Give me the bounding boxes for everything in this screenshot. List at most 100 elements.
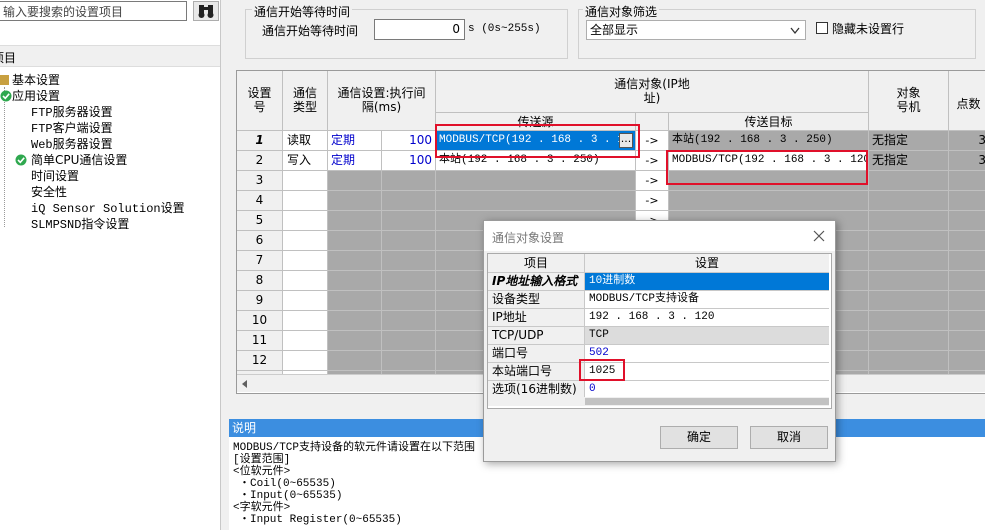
cell-device-no[interactable] xyxy=(869,271,949,291)
tree-item-time[interactable]: 时间设置 xyxy=(31,168,79,184)
cell-comm-type[interactable] xyxy=(283,231,328,251)
cell-device-no[interactable] xyxy=(869,311,949,331)
cell-points[interactable]: 3 xyxy=(949,131,985,151)
cell-device-no[interactable] xyxy=(869,171,949,191)
cell-interval[interactable] xyxy=(382,351,436,371)
dialog-row-item: IP地址 xyxy=(488,309,585,327)
cell-mode[interactable] xyxy=(328,351,382,371)
wait-time-input[interactable]: 0 xyxy=(374,19,465,40)
cell-comm-type[interactable] xyxy=(283,331,328,351)
cell-interval[interactable] xyxy=(382,171,436,191)
cell-dest[interactable] xyxy=(669,191,869,211)
dialog-row-item: TCP/UDP xyxy=(488,327,585,345)
cell-arrow[interactable]: -> xyxy=(636,191,669,211)
cell-mode[interactable] xyxy=(328,331,382,351)
cell-mode[interactable]: 定期 xyxy=(328,131,382,151)
cell-comm-type[interactable] xyxy=(283,291,328,311)
dialog-scrollbar[interactable] xyxy=(488,397,829,406)
cell-arrow[interactable]: -> xyxy=(636,131,669,151)
cell-points[interactable] xyxy=(949,351,985,371)
cell-points[interactable] xyxy=(949,251,985,271)
cell-mode[interactable] xyxy=(328,291,382,311)
cell-interval[interactable] xyxy=(382,291,436,311)
cell-interval[interactable] xyxy=(382,311,436,331)
cell-mode[interactable] xyxy=(328,231,382,251)
filter-select[interactable]: 全部显示 xyxy=(586,20,806,40)
cell-interval[interactable] xyxy=(382,231,436,251)
cell-source[interactable] xyxy=(436,171,636,191)
cell-interval[interactable]: 100 xyxy=(382,151,436,171)
cell-dest[interactable]: 本站(192 . 168 . 3 . 250) xyxy=(669,131,869,151)
search-button[interactable] xyxy=(193,1,219,21)
cell-source[interactable] xyxy=(436,191,636,211)
search-input[interactable]: 输入要搜索的设置项目 xyxy=(0,1,187,21)
cell-points[interactable] xyxy=(949,171,985,191)
cell-mode[interactable] xyxy=(328,311,382,331)
cell-mode[interactable] xyxy=(328,271,382,291)
cell-mode[interactable] xyxy=(328,211,382,231)
dialog-scroll-thumb[interactable] xyxy=(585,398,829,405)
cell-setting-no: 3 xyxy=(237,171,283,191)
cell-comm-type[interactable] xyxy=(283,191,328,211)
cell-interval[interactable] xyxy=(382,191,436,211)
header-points: 点数 xyxy=(949,71,985,131)
close-icon[interactable] xyxy=(813,230,825,242)
tree-header: 项目 xyxy=(0,45,220,67)
tree-item-security[interactable]: 安全性 xyxy=(31,184,67,200)
cell-mode[interactable] xyxy=(328,191,382,211)
cell-interval[interactable] xyxy=(382,271,436,291)
header-label: 通信对象(IP地址) xyxy=(614,77,690,105)
tree-item-ftp-server[interactable]: FTP服务器设置 xyxy=(31,104,113,120)
cell-interval[interactable] xyxy=(382,251,436,271)
cell-mode[interactable] xyxy=(328,171,382,191)
cell-device-no[interactable] xyxy=(869,211,949,231)
cell-comm-type[interactable] xyxy=(283,211,328,231)
cell-device-no[interactable] xyxy=(869,251,949,271)
tree-item-slmpsnd[interactable]: SLMPSND指令设置 xyxy=(31,216,129,232)
cell-points[interactable] xyxy=(949,271,985,291)
dialog-row-value[interactable]: 10进制数 xyxy=(585,273,829,291)
cell-points[interactable] xyxy=(949,331,985,351)
cell-arrow[interactable]: -> xyxy=(636,151,669,171)
cell-mode[interactable] xyxy=(328,251,382,271)
tree-item-ftp-client[interactable]: FTP客户端设置 xyxy=(31,120,113,136)
settings-tree-pane: 输入要搜索的设置项目 项目 基本设置 应用设置 FTP服务器设置 FTP客户端设… xyxy=(0,0,221,530)
check-circle-icon xyxy=(0,90,12,102)
cell-comm-type[interactable] xyxy=(283,171,328,191)
cell-comm-type[interactable]: 写入 xyxy=(283,151,328,171)
cell-device-no[interactable] xyxy=(869,291,949,311)
cell-mode[interactable]: 定期 xyxy=(328,151,382,171)
cell-points[interactable] xyxy=(949,311,985,331)
cell-comm-type[interactable] xyxy=(283,271,328,291)
cell-interval[interactable]: 100 xyxy=(382,131,436,151)
cell-device-no[interactable] xyxy=(869,231,949,251)
dialog-row-value[interactable]: TCP xyxy=(585,327,829,345)
cell-points[interactable] xyxy=(949,191,985,211)
cell-points[interactable] xyxy=(949,291,985,311)
cell-device-no[interactable] xyxy=(869,331,949,351)
cell-comm-type[interactable] xyxy=(283,251,328,271)
cell-device-no[interactable] xyxy=(869,191,949,211)
cell-device-no[interactable]: 无指定 xyxy=(869,151,949,171)
wait-time-unit: s (0s~255s) xyxy=(468,23,541,35)
dialog-row-value[interactable]: 192 . 168 . 3 . 120 xyxy=(585,309,829,327)
ok-button[interactable]: 确定 xyxy=(660,426,738,449)
cell-comm-type[interactable]: 读取 xyxy=(283,131,328,151)
cell-arrow[interactable]: -> xyxy=(636,171,669,191)
tree-item-web-server[interactable]: Web服务器设置 xyxy=(31,136,113,152)
cancel-button[interactable]: 取消 xyxy=(750,426,828,449)
scroll-left-icon[interactable] xyxy=(240,379,250,389)
cell-points[interactable]: 3 xyxy=(949,151,985,171)
cell-interval[interactable] xyxy=(382,211,436,231)
cell-points[interactable] xyxy=(949,211,985,231)
cell-setting-no: 7 xyxy=(237,251,283,271)
cell-comm-type[interactable] xyxy=(283,351,328,371)
cell-points[interactable] xyxy=(949,231,985,251)
cell-interval[interactable] xyxy=(382,331,436,351)
tree-item-iq-sensor[interactable]: iQ Sensor Solution设置 xyxy=(31,200,185,216)
cell-device-no[interactable]: 无指定 xyxy=(869,131,949,151)
dialog-row-value[interactable]: MODBUS/TCP支持设备 xyxy=(585,291,829,309)
cell-device-no[interactable] xyxy=(869,351,949,371)
cell-comm-type[interactable] xyxy=(283,311,328,331)
hide-unset-checkbox[interactable] xyxy=(816,22,828,34)
